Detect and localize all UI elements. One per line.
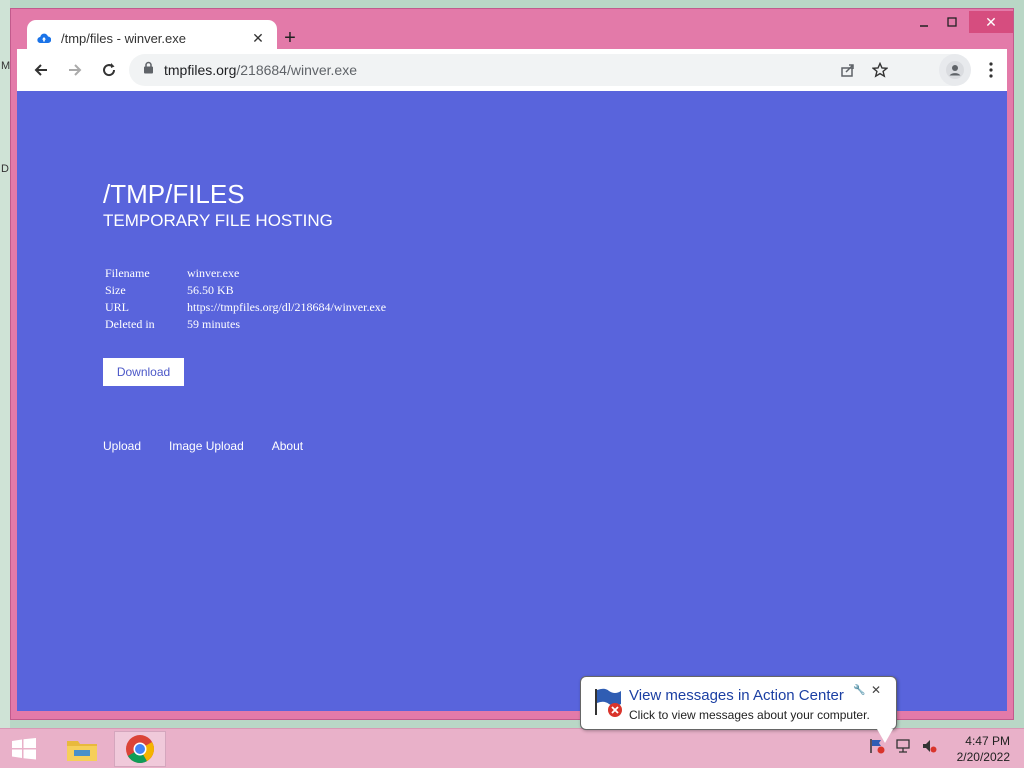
tab-title: /tmp/files - winver.exe <box>61 30 186 46</box>
close-notification-icon[interactable]: ✕ <box>871 683 881 697</box>
page-content: /TMP/FILES TEMPORARY FILE HOSTING Filena… <box>17 91 1007 711</box>
download-button[interactable]: Download <box>103 358 184 386</box>
reload-button[interactable] <box>93 54 125 86</box>
action-center-notification[interactable]: View messages in Action Center Click to … <box>580 676 897 743</box>
reload-icon <box>103 63 116 77</box>
start-button[interactable] <box>8 735 40 763</box>
forward-button[interactable] <box>59 54 91 86</box>
address-bar[interactable]: tmpfiles.org/218684/winver.exe <box>129 54 969 86</box>
footer-links: Upload Image Upload About <box>103 439 303 453</box>
file-info-table: Filename winver.exe Size 56.50 KB URL https… <box>105 265 386 333</box>
network-icon[interactable] <box>894 737 912 755</box>
info-value: 59 minutes <box>187 317 240 331</box>
chrome-taskbar-button[interactable] <box>114 731 166 767</box>
browser-window: /tmp/files - winver.exe ✕ + ✕ tmpfiles.o… <box>10 8 1014 720</box>
url-path: /218684/winver.exe <box>236 62 357 78</box>
page-title: /TMP/FILES <box>103 179 245 209</box>
chrome-icon <box>126 735 154 763</box>
minimize-button[interactable] <box>911 11 937 33</box>
info-key: Size <box>105 283 126 297</box>
desktop-icon-label: D <box>1 163 9 175</box>
windows-logo-icon <box>12 738 36 760</box>
balloon-tail <box>877 729 893 743</box>
user-icon <box>946 61 964 79</box>
url-host: tmpfiles.org <box>164 62 237 78</box>
cloud-upload-icon <box>37 31 51 45</box>
more-vertical-icon <box>989 62 993 78</box>
desktop-icon-label: M <box>1 60 11 72</box>
info-key: Deleted in <box>105 317 155 331</box>
desktop-edge: M D <box>0 0 10 768</box>
new-tab-button[interactable]: + <box>277 25 303 51</box>
notification-title: View messages in Action Center <box>629 687 844 704</box>
taskbar-clock[interactable]: 4:47 PM 2/20/2022 <box>957 733 1010 765</box>
info-key: Filename <box>105 266 150 280</box>
share-icon[interactable] <box>835 57 861 83</box>
table-row: Filename winver.exe <box>105 265 386 282</box>
clock-date: 2/20/2022 <box>956 750 1010 764</box>
table-row: URL https://tmpfiles.org/dl/218684/winver… <box>105 299 386 316</box>
lock-icon <box>143 61 154 79</box>
table-row: Size 56.50 KB <box>105 282 386 299</box>
table-row: Deleted in 59 minutes <box>105 316 386 333</box>
volume-muted-icon[interactable] <box>920 737 938 755</box>
info-value: https://tmpfiles.org/dl/218684/winver.ex… <box>187 300 387 314</box>
profile-button[interactable] <box>939 54 971 86</box>
clock-time: 4:47 PM <box>965 734 1010 748</box>
url-text: tmpfiles.org/218684/winver.exe <box>164 62 357 78</box>
maximize-button[interactable] <box>939 11 965 33</box>
page-subtitle: TEMPORARY FILE HOSTING <box>103 211 333 230</box>
close-window-button[interactable]: ✕ <box>969 11 1013 33</box>
upload-link[interactable]: Upload <box>103 439 141 453</box>
notification-body: Click to view messages about your comput… <box>629 708 870 722</box>
bookmark-star-icon[interactable] <box>867 57 893 83</box>
browser-menu-button[interactable] <box>977 54 1005 86</box>
action-center-flag-icon <box>591 685 625 719</box>
info-value: 56.50 KB <box>187 283 234 297</box>
taskbar: 4:47 PM 2/20/2022 <box>0 728 1024 768</box>
browser-toolbar: tmpfiles.org/218684/winver.exe <box>17 49 1007 91</box>
folder-icon <box>67 741 97 761</box>
close-tab-icon[interactable]: ✕ <box>249 29 267 47</box>
info-value: winver.exe <box>187 266 240 280</box>
back-button[interactable] <box>25 54 57 86</box>
about-link[interactable]: About <box>272 439 303 453</box>
arrow-left-icon <box>34 64 47 76</box>
wrench-icon[interactable]: 🔧 <box>853 685 865 696</box>
info-key: URL <box>105 300 129 314</box>
image-upload-link[interactable]: Image Upload <box>169 439 244 453</box>
arrow-right-icon <box>69 64 82 76</box>
file-explorer-button[interactable] <box>56 731 108 767</box>
